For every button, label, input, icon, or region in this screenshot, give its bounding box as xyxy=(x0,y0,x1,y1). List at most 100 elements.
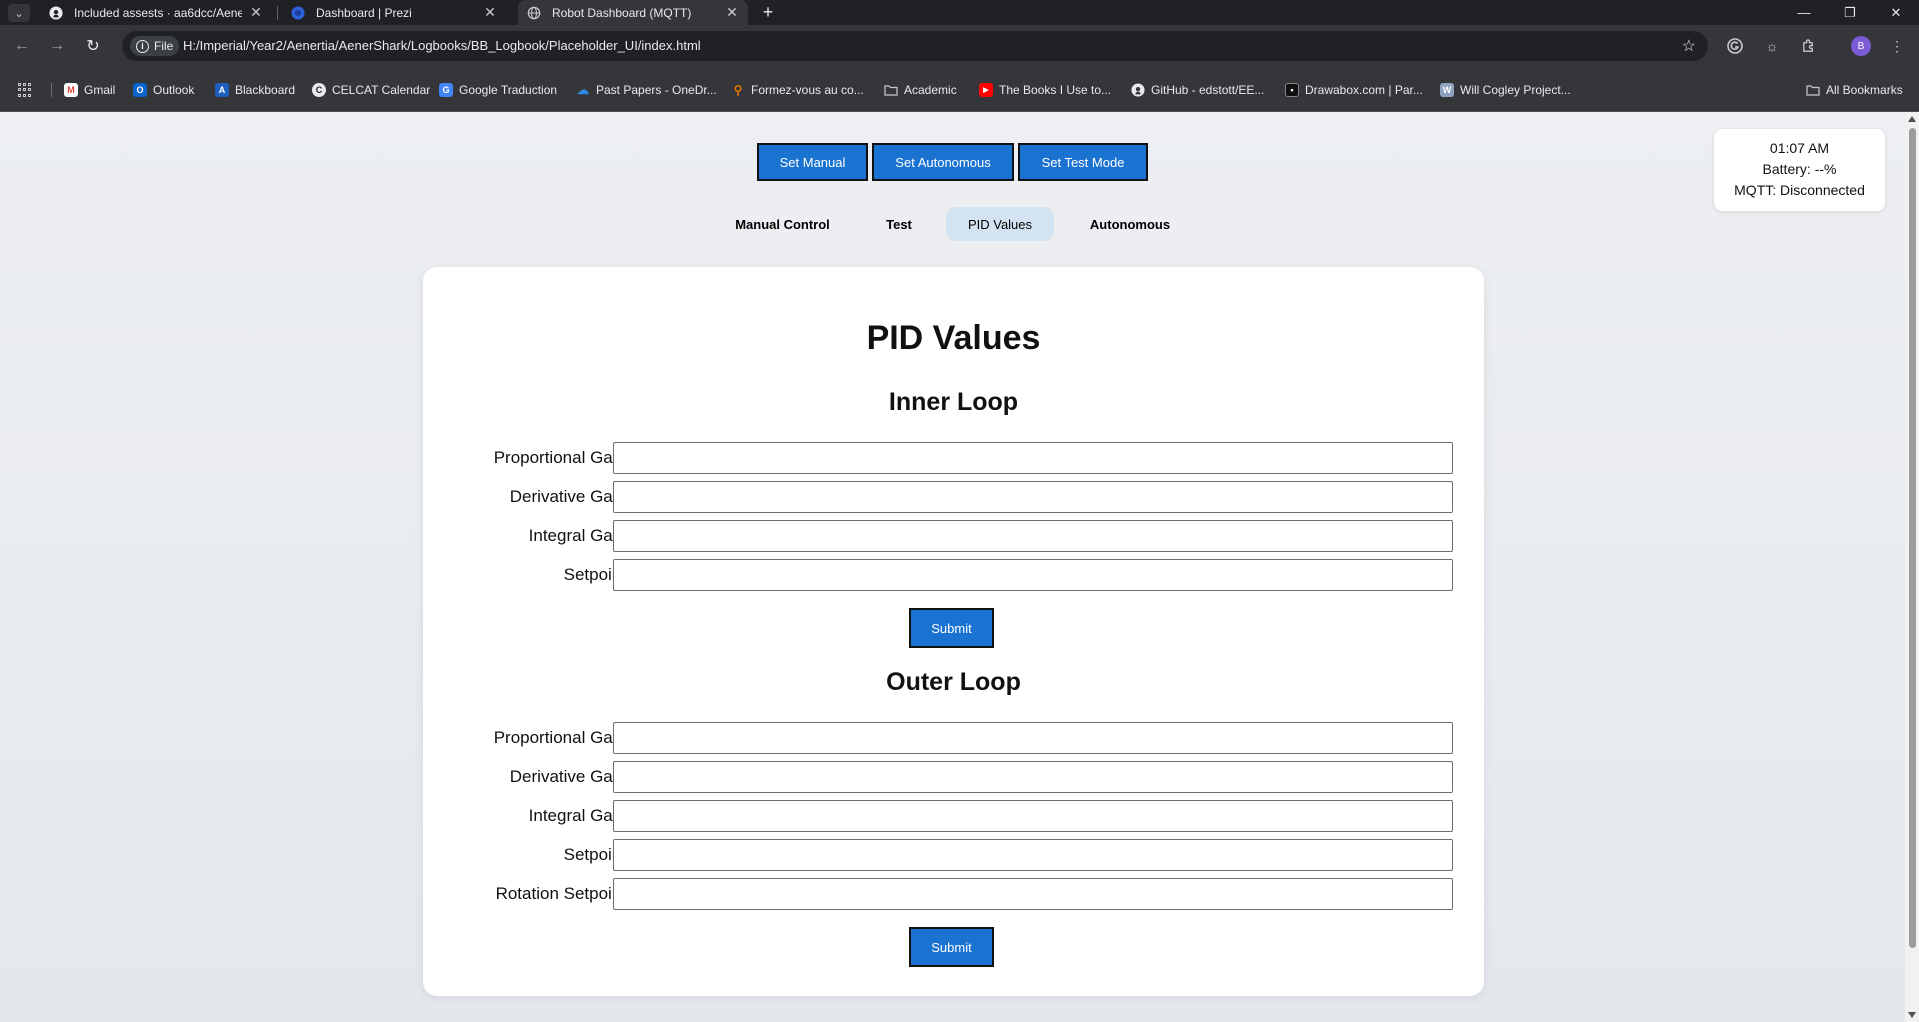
bookmark-past-papers[interactable]: ☁ Past Papers - OneDr... xyxy=(576,82,717,98)
bookmark-github-edstott[interactable]: GitHub - edstott/EE... xyxy=(1131,82,1264,98)
browser-tab-strip: ⌄ Included assests · aa6dcc/Aenertia ✕ D… xyxy=(0,0,1919,25)
page-scrollbar[interactable] xyxy=(1905,112,1919,1022)
bookmark-star-icon[interactable]: ☆ xyxy=(1682,36,1696,56)
inner-kd-input[interactable] xyxy=(613,481,1453,513)
grammarly-icon[interactable] xyxy=(1725,36,1745,56)
bookmarks-bar: M Gmail O Outlook A Blackboard C CELCAT … xyxy=(0,66,1919,112)
close-icon[interactable]: ✕ xyxy=(724,4,740,21)
tab-autonomous[interactable]: Autonomous xyxy=(1068,207,1192,241)
browser-tab-robot-dashboard[interactable]: Robot Dashboard (MQTT) ✕ xyxy=(518,0,748,25)
cogley-icon: W xyxy=(1440,83,1454,97)
outer-submit-button[interactable]: Submit xyxy=(909,927,994,967)
folder-icon xyxy=(884,83,898,97)
inner-ki-label: Integral Gain xyxy=(528,526,626,545)
outer-kp-label: Proportional Gain xyxy=(493,728,626,747)
site-info-label: File xyxy=(154,39,174,53)
back-icon[interactable]: ← xyxy=(9,33,35,59)
bookmark-gmail[interactable]: M Gmail xyxy=(64,82,115,98)
bookmark-folder-academic[interactable]: Academic xyxy=(884,82,957,98)
gmail-icon: M xyxy=(64,83,78,97)
inner-kd-label: Derivative Gain xyxy=(509,487,626,506)
site-info-chip[interactable]: i File xyxy=(130,36,180,56)
outer-kp-input[interactable] xyxy=(613,722,1453,754)
bookmark-the-books[interactable]: ▶ The Books I Use to... xyxy=(979,82,1111,98)
bookmark-label: GitHub - edstott/EE... xyxy=(1151,83,1265,97)
tab-test[interactable]: Test xyxy=(866,207,932,241)
pin-icon: ⚲ xyxy=(733,83,743,97)
tab-manual-control[interactable]: Manual Control xyxy=(716,207,849,241)
dark-mode-icon[interactable]: ☼ xyxy=(1762,36,1782,56)
minimize-icon[interactable]: — xyxy=(1781,0,1827,25)
reload-icon[interactable]: ↻ xyxy=(80,33,106,59)
outer-rotation-setpoint-label: Rotation Setpoint xyxy=(495,884,626,903)
inner-kp-input[interactable] xyxy=(613,442,1453,474)
tab-title: Dashboard | Prezi xyxy=(316,5,412,20)
browser-tab-prezi[interactable]: Dashboard | Prezi ✕ xyxy=(282,0,506,25)
all-bookmarks[interactable]: All Bookmarks xyxy=(1806,82,1903,98)
bookmark-google-translate[interactable]: G Google Traduction xyxy=(439,82,557,98)
bookmark-label: Academic xyxy=(904,83,957,97)
outer-setpoint-label: Setpoint xyxy=(563,845,626,864)
tab-search-icon[interactable]: ⌄ xyxy=(8,4,30,22)
outer-loop-heading: Outer Loop xyxy=(886,668,1021,696)
all-bookmarks-label: All Bookmarks xyxy=(1826,83,1903,97)
bookmark-celcat[interactable]: C CELCAT Calendar xyxy=(312,82,430,98)
inner-submit-button[interactable]: Submit xyxy=(909,608,994,648)
status-time: 01:07 AM xyxy=(1769,140,1830,156)
set-autonomous-button[interactable]: Set Autonomous xyxy=(872,143,1014,181)
outer-setpoint-input[interactable] xyxy=(613,839,1453,871)
pid-values-card: PID Values Inner Loop Proportional Gain … xyxy=(423,267,1484,996)
tab-pid-values[interactable]: PID Values xyxy=(946,207,1054,241)
close-icon[interactable]: ✕ xyxy=(248,4,264,21)
info-icon: i xyxy=(136,39,149,53)
drawabox-icon: ▪ xyxy=(1285,83,1299,97)
bookmark-will-cogley[interactable]: W Will Cogley Project... xyxy=(1440,82,1571,98)
page-title: PID Values xyxy=(866,319,1041,357)
address-bar[interactable]: i File H:/Imperial/Year2/Aenertia/AenerS… xyxy=(122,31,1708,61)
browser-tab-github[interactable]: Included assests · aa6dcc/Aenertia ✕ xyxy=(40,0,272,25)
globe-icon xyxy=(526,5,542,21)
tab-title: Included assests · aa6dcc/Aenertia xyxy=(74,5,242,20)
tab-divider xyxy=(277,6,278,20)
inner-ki-input[interactable] xyxy=(613,520,1453,552)
scrollbar-thumb[interactable] xyxy=(1909,128,1916,948)
blackboard-icon: A xyxy=(215,83,229,97)
bookmark-drawabox[interactable]: ▪ Drawabox.com | Par... xyxy=(1285,82,1423,98)
scroll-up-icon[interactable] xyxy=(1908,116,1916,122)
status-panel: 01:07 AM Battery: --% MQTT: Disconnected xyxy=(1714,129,1885,211)
tab-title: Robot Dashboard (MQTT) xyxy=(552,5,692,20)
bookmark-outlook[interactable]: O Outlook xyxy=(133,82,194,98)
outer-kd-input[interactable] xyxy=(613,761,1453,793)
bookmark-label: Gmail xyxy=(84,83,116,97)
extensions-icon[interactable] xyxy=(1798,36,1818,56)
bookmark-label: Google Traduction xyxy=(459,83,558,97)
browser-toolbar: ← → ↻ i File H:/Imperial/Year2/Aenertia/… xyxy=(0,25,1919,66)
set-test-mode-button[interactable]: Set Test Mode xyxy=(1018,143,1148,181)
inner-kp-label: Proportional Gain xyxy=(493,448,626,467)
more-menu-icon[interactable]: ⋮ xyxy=(1887,36,1907,56)
bookmark-formez-vous[interactable]: ⚲ Formez-vous au co... xyxy=(731,82,864,98)
close-icon[interactable]: ✕ xyxy=(482,4,498,21)
profile-avatar[interactable]: B xyxy=(1851,36,1871,56)
bookmark-blackboard[interactable]: A Blackboard xyxy=(215,82,295,98)
bookmark-label: Outlook xyxy=(153,83,195,97)
restore-icon[interactable]: ❐ xyxy=(1827,0,1873,25)
forward-icon[interactable]: → xyxy=(44,33,70,59)
inner-setpoint-input[interactable] xyxy=(613,559,1453,591)
inner-loop-heading: Inner Loop xyxy=(888,388,1019,416)
outer-rotation-setpoint-input[interactable] xyxy=(613,878,1453,910)
github-icon xyxy=(1131,83,1145,97)
bookmark-label: Will Cogley Project... xyxy=(1460,83,1571,97)
onedrive-icon: ☁ xyxy=(577,83,589,97)
new-tab-icon[interactable]: + xyxy=(756,0,780,25)
set-manual-button[interactable]: Set Manual xyxy=(757,143,868,181)
scroll-down-icon[interactable] xyxy=(1908,1012,1916,1018)
inner-setpoint-label: Setpoint xyxy=(563,565,626,584)
youtube-icon: ▶ xyxy=(979,83,993,97)
outer-ki-input[interactable] xyxy=(613,800,1453,832)
apps-icon[interactable] xyxy=(18,83,32,97)
prezi-icon xyxy=(290,5,306,21)
url-text[interactable]: H:/Imperial/Year2/Aenertia/AenerShark/Lo… xyxy=(183,38,701,53)
outlook-icon: O xyxy=(133,83,147,97)
window-close-icon[interactable]: ✕ xyxy=(1873,0,1919,25)
